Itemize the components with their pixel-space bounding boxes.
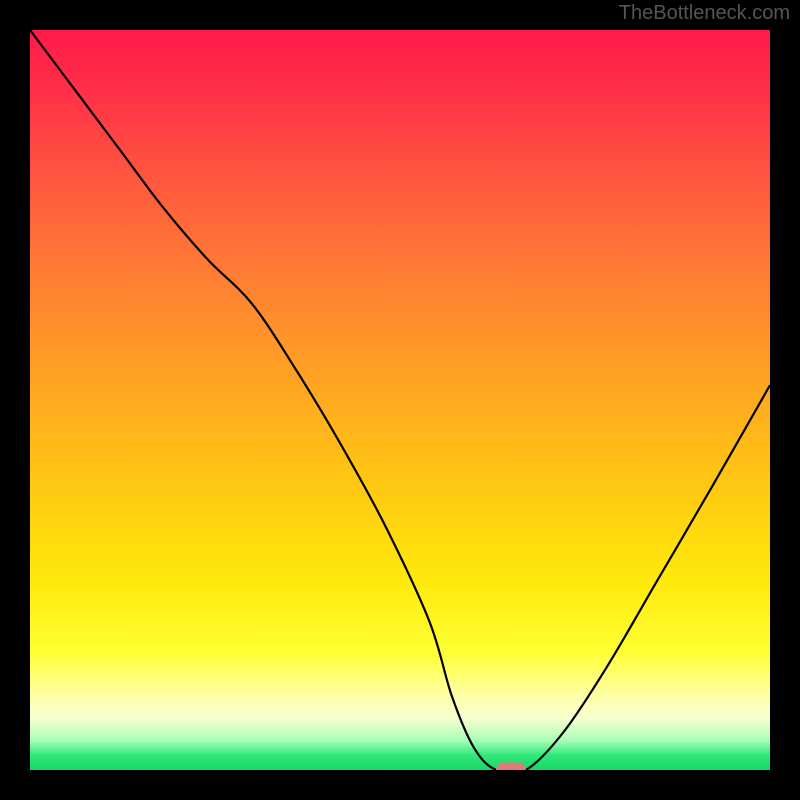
plot-area (30, 30, 770, 770)
chart-container: TheBottleneck.com (0, 0, 800, 800)
curve-path (30, 30, 770, 770)
bottleneck-curve (30, 30, 770, 770)
optimal-marker (496, 763, 526, 771)
watermark-text: TheBottleneck.com (619, 2, 790, 25)
